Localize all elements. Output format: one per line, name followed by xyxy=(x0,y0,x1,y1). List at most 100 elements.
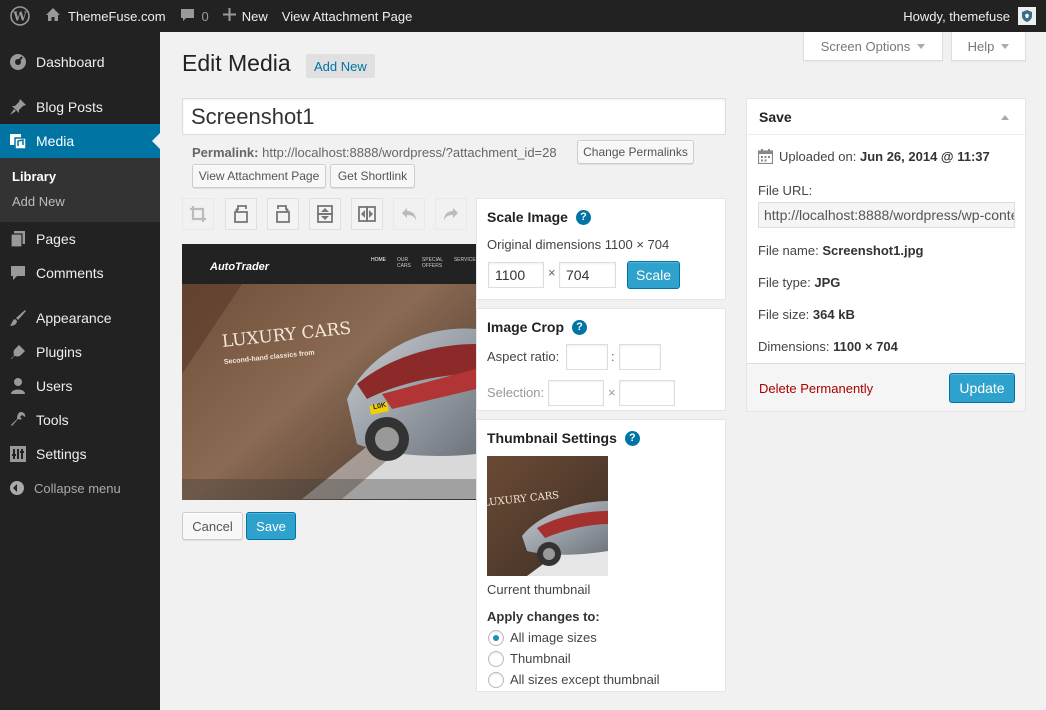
preview-nav-item: SPECIAL OFFERS xyxy=(421,257,443,269)
sidebar-item-media[interactable]: Media xyxy=(0,124,160,158)
save-actions: Delete Permanently Update xyxy=(747,363,1025,411)
site-name-link[interactable]: ThemeFuse.com xyxy=(38,0,173,32)
flip-vertical-icon xyxy=(317,205,333,223)
permalink-url[interactable]: http://localhost:8888/wordpress/?attachm… xyxy=(262,145,557,160)
flip-horizontal-button[interactable] xyxy=(351,198,383,230)
plugin-icon xyxy=(8,342,28,362)
help-icon[interactable]: ? xyxy=(575,209,591,225)
sidebar-item-settings[interactable]: Settings xyxy=(0,437,160,471)
file-size-value: 364 kB xyxy=(812,307,855,322)
get-shortlink-button[interactable]: Get Shortlink xyxy=(330,164,415,188)
view-attachment-page-button[interactable]: View Attachment Page xyxy=(192,164,326,188)
scale-button[interactable]: Scale xyxy=(627,261,680,289)
flip-horizontal-icon xyxy=(358,206,376,222)
preview-nav-item: SERVICES xyxy=(453,257,476,263)
change-permalinks-button[interactable]: Change Permalinks xyxy=(577,140,694,164)
media-submenu: Library Add New xyxy=(0,158,160,222)
save-metabox-title: Save xyxy=(759,108,792,125)
chevron-up-icon xyxy=(1001,115,1009,120)
screen-options-tab[interactable]: Screen Options xyxy=(803,32,943,61)
help-icon[interactable]: ? xyxy=(624,430,640,446)
collapse-arrow-icon xyxy=(10,481,24,495)
preview-nav-item: OUR CARS xyxy=(397,257,411,269)
image-crop-panel: Image Crop ? Aspect ratio: : Selection: … xyxy=(476,308,726,411)
dimensions-label: Dimensions: xyxy=(758,339,830,354)
collapse-menu-button[interactable]: Collapse menu xyxy=(0,471,160,505)
sidebar-item-users[interactable]: Users xyxy=(0,369,160,403)
file-type-value: JPG xyxy=(814,275,841,290)
submenu-item-library[interactable]: Library xyxy=(0,164,160,189)
thumbnail-settings-heading: Thumbnail Settings ? xyxy=(487,430,640,446)
scale-height-input[interactable]: 704 xyxy=(559,262,616,288)
selection-label: Selection: xyxy=(487,385,545,400)
file-name: File name: Screenshot1.jpg xyxy=(758,243,923,258)
new-content-link[interactable]: New xyxy=(216,0,275,32)
scale-width-input[interactable]: 1100 xyxy=(488,262,544,288)
radio-label-thumbnail: Thumbnail xyxy=(510,651,571,666)
rotate-right-icon xyxy=(276,205,290,223)
times-sign: × xyxy=(548,265,556,280)
redo-button[interactable] xyxy=(435,198,467,230)
aspect-ratio-label: Aspect ratio: xyxy=(487,349,560,364)
sidebar-item-pages[interactable]: Pages xyxy=(0,222,160,256)
file-url-field[interactable]: http://localhost:8888/wordpress/wp-conte… xyxy=(758,202,1015,228)
collapse-menu-label: Collapse menu xyxy=(34,480,121,496)
admin-bar: W ThemeFuse.com 0 New View Attachment Pa… xyxy=(0,0,1046,32)
add-new-button[interactable]: Add New xyxy=(306,54,375,78)
scale-image-title: Scale Image xyxy=(487,209,568,225)
aspect-ratio-height-input[interactable] xyxy=(619,344,661,370)
sidebar-item-label: Settings xyxy=(36,446,87,462)
undo-button[interactable] xyxy=(393,198,425,230)
help-tab[interactable]: Help xyxy=(951,32,1026,61)
cancel-button[interactable]: Cancel xyxy=(182,512,243,540)
home-icon xyxy=(45,7,61,25)
preview-brand: AutoTrader xyxy=(210,261,270,273)
flip-vertical-button[interactable] xyxy=(309,198,341,230)
image-preview[interactable]: AutoTrader HOME OUR CARS SPECIAL OFFERS … xyxy=(182,244,476,500)
admin-sidebar: Dashboard Blog Posts Media Library Add N… xyxy=(0,32,160,710)
original-dimensions: Original dimensions 1100 × 704 xyxy=(487,237,670,252)
pin-icon xyxy=(8,97,28,117)
sidebar-item-label: Blog Posts xyxy=(36,99,103,115)
my-account-link[interactable]: Howdy, themefuse xyxy=(896,0,1040,32)
sidebar-item-tools[interactable]: Tools xyxy=(0,403,160,437)
sidebar-item-plugins[interactable]: Plugins xyxy=(0,335,160,369)
title-input[interactable]: Screenshot1 xyxy=(182,98,726,135)
users-icon xyxy=(8,376,28,396)
rotate-right-button[interactable] xyxy=(267,198,299,230)
radio-all-except-thumbnail[interactable] xyxy=(488,672,504,688)
comments-icon xyxy=(8,263,28,283)
image-crop-title: Image Crop xyxy=(487,319,565,335)
dashboard-icon xyxy=(8,52,28,72)
delete-permanently-link[interactable]: Delete Permanently xyxy=(759,381,873,396)
file-type: File type: JPG xyxy=(758,275,840,290)
save-button[interactable]: Save xyxy=(246,512,296,540)
radio-all-image-sizes[interactable] xyxy=(488,630,504,646)
selection-width-input[interactable] xyxy=(548,380,604,406)
wordpress-logo-icon[interactable]: W xyxy=(2,0,38,32)
sidebar-item-blog-posts[interactable]: Blog Posts xyxy=(0,90,160,124)
crop-tool-button[interactable] xyxy=(182,198,214,230)
view-attachment-link[interactable]: View Attachment Page xyxy=(275,0,420,32)
file-type-label: File type: xyxy=(758,275,811,290)
howdy-text: Howdy, themefuse xyxy=(903,8,1010,24)
sidebar-item-dashboard[interactable]: Dashboard xyxy=(0,45,160,79)
selection-height-input[interactable] xyxy=(619,380,675,406)
sidebar-item-comments[interactable]: Comments xyxy=(0,256,160,290)
comments-link[interactable]: 0 xyxy=(173,0,216,32)
sidebar-item-appearance[interactable]: Appearance xyxy=(0,301,160,335)
radio-thumbnail[interactable] xyxy=(488,651,504,667)
chevron-down-icon xyxy=(1001,43,1010,49)
aspect-ratio-width-input[interactable] xyxy=(566,344,608,370)
help-icon[interactable]: ? xyxy=(572,319,588,335)
radio-label-all-except-thumbnail: All sizes except thumbnail xyxy=(510,672,660,687)
save-metabox-header[interactable]: Save xyxy=(747,99,1025,135)
screen-options-label: Screen Options xyxy=(820,38,911,54)
settings-icon xyxy=(8,444,28,464)
update-button[interactable]: Update xyxy=(949,373,1015,403)
rotate-left-button[interactable] xyxy=(225,198,257,230)
sidebar-item-label: Comments xyxy=(36,265,104,281)
current-thumbnail-label: Current thumbnail xyxy=(487,582,591,597)
preview-nav-item: HOME xyxy=(371,257,386,263)
submenu-item-add-new[interactable]: Add New xyxy=(0,189,160,214)
